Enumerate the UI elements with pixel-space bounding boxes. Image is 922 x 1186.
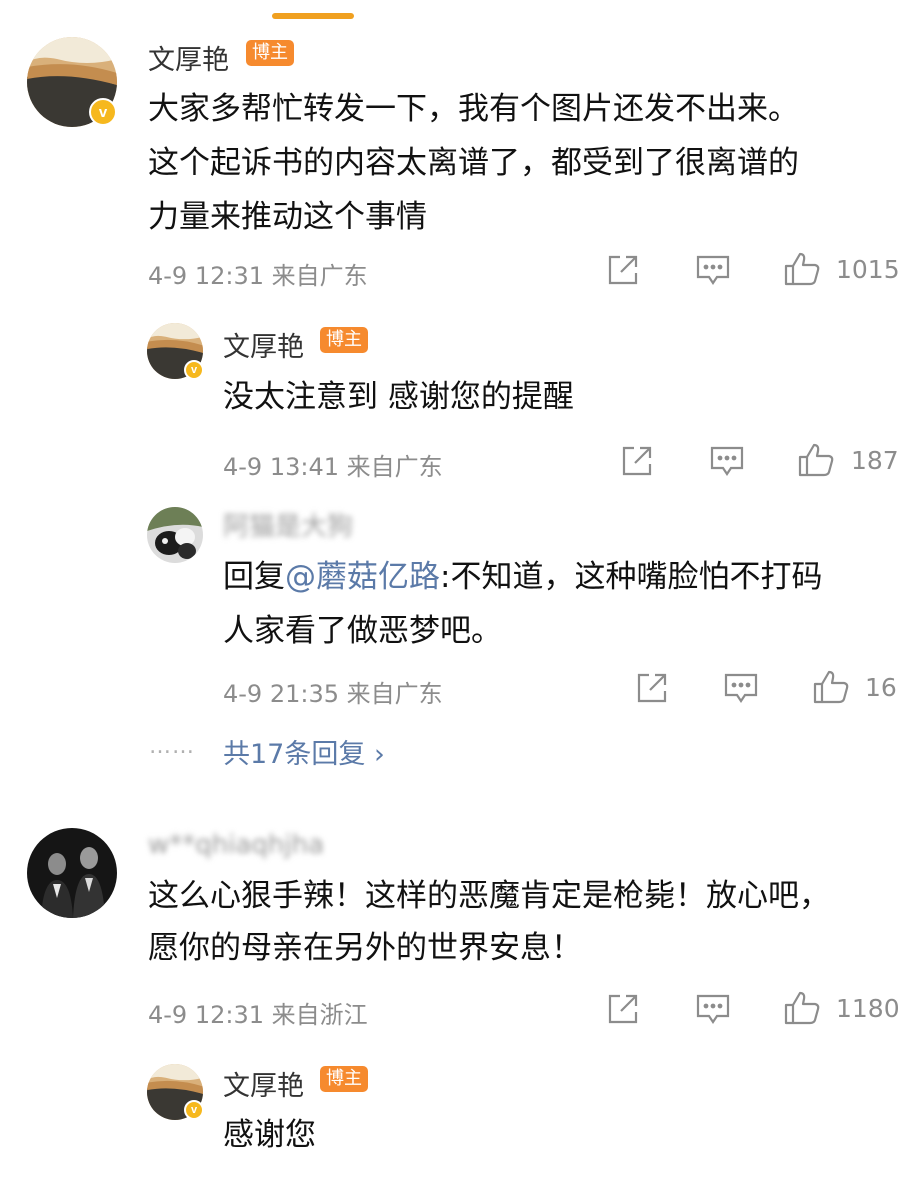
- share-icon[interactable]: [635, 671, 669, 705]
- location: 来自广东: [346, 680, 443, 708]
- avatar[interactable]: [147, 507, 203, 563]
- thumbs-up-icon[interactable]: [812, 668, 850, 706]
- more-dots: ……: [149, 734, 195, 759]
- location: 来自浙江: [271, 1001, 368, 1029]
- comment-text: 回复@蘑菇亿路:不知道，这种嘴脸怕不打码 人家看了做恶梦吧。: [223, 559, 823, 649]
- comment-text: 感谢您: [223, 1117, 316, 1153]
- comment-meta: 4-9 21:35 来自广东: [223, 674, 443, 709]
- top-drag-indicator: [272, 13, 354, 19]
- timestamp: 4-9 12:31: [148, 262, 264, 290]
- timestamp: 4-9 12:31: [148, 1001, 264, 1029]
- host-badge: 博主: [320, 327, 368, 353]
- chevron-right-icon: ›: [373, 739, 385, 770]
- share-icon[interactable]: [606, 992, 640, 1026]
- comment-meta: 4-9 12:31 来自浙江: [148, 995, 368, 1030]
- comment-icon[interactable]: [695, 253, 731, 287]
- share-icon[interactable]: [606, 253, 640, 287]
- verified-v-icon: v: [184, 360, 204, 380]
- commenter-name[interactable]: 文厚艳: [223, 325, 304, 364]
- comment-icon[interactable]: [695, 992, 731, 1026]
- host-badge: 博主: [320, 1066, 368, 1092]
- comment-text: 大家多帮忙转发一下，我有个图片还发不出来。 这个起诉书的内容太离谱了，都受到了很…: [148, 91, 799, 235]
- commenter-name[interactable]: 文厚艳: [223, 1064, 304, 1103]
- share-icon[interactable]: [620, 444, 654, 478]
- like-count: 16: [865, 673, 897, 702]
- avatar[interactable]: [27, 828, 117, 918]
- mention-link[interactable]: @蘑菇亿路: [285, 559, 440, 595]
- thumbs-up-icon[interactable]: [797, 441, 835, 479]
- timestamp: 4-9 13:41: [223, 453, 339, 481]
- comment-meta: 4-9 12:31 来自广东: [148, 256, 368, 291]
- location: 来自广东: [346, 453, 443, 481]
- location: 来自广东: [271, 262, 368, 290]
- host-badge: 博主: [246, 40, 294, 66]
- view-all-replies-link[interactable]: 共17条回复 ›: [223, 732, 385, 771]
- like-count: 1180: [836, 994, 900, 1023]
- thumbs-up-icon[interactable]: [783, 250, 821, 288]
- comment-meta: 4-9 13:41 来自广东: [223, 447, 443, 482]
- thumbs-up-icon[interactable]: [783, 989, 821, 1027]
- comment-text: 这么心狠手辣！这样的恶魔肯定是枪毙！放心吧， 愿你的母亲在另外的世界安息！: [148, 878, 830, 966]
- timestamp: 4-9 21:35: [223, 680, 339, 708]
- like-count: 1015: [836, 255, 900, 284]
- commenter-name[interactable]: 阿猫是大狗: [223, 506, 353, 543]
- verified-v-icon: v: [89, 98, 117, 126]
- like-count: 187: [851, 446, 899, 475]
- comment-icon[interactable]: [723, 671, 759, 705]
- comment-icon[interactable]: [709, 444, 745, 478]
- comment-text: 没太注意到 感谢您的提醒: [223, 379, 574, 415]
- verified-v-icon: v: [184, 1100, 204, 1120]
- commenter-name[interactable]: 文厚艳: [148, 38, 229, 77]
- commenter-name[interactable]: w**qhiaqhjha: [148, 830, 324, 860]
